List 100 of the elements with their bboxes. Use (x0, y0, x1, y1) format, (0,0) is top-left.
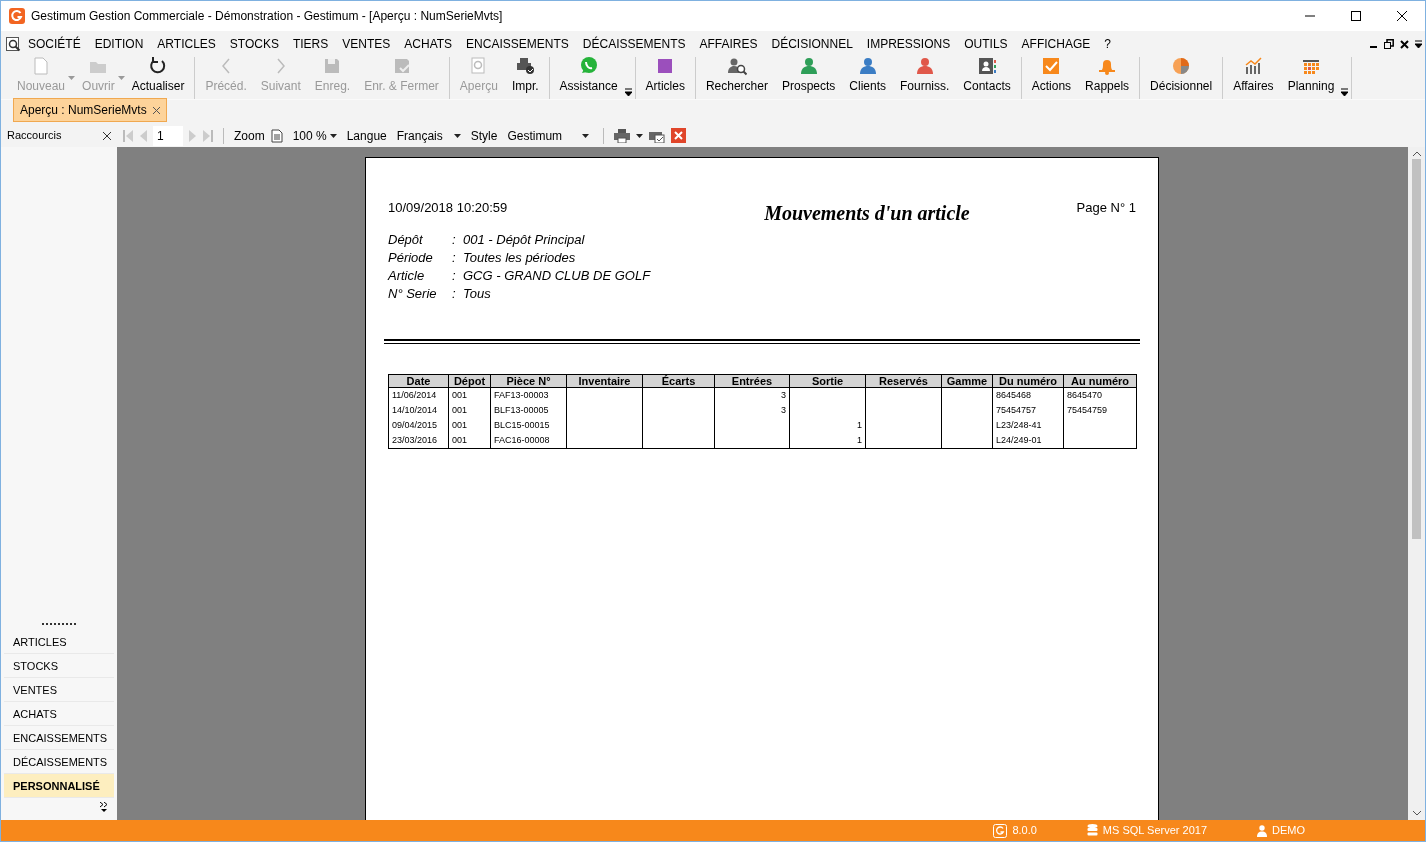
menu-item[interactable]: ? (1097, 33, 1118, 55)
column-header: Inventaire (566, 374, 643, 388)
table-cell: 3 (781, 405, 786, 415)
toolbar-button[interactable]: Rappels (1078, 57, 1137, 99)
param-value: Tous (463, 285, 491, 303)
version-text: 8.0.0 (1012, 823, 1037, 839)
toolbar-button[interactable]: Planning (1280, 57, 1342, 99)
menu-item[interactable]: TIERS (285, 33, 336, 55)
param-value: Toutes les périodes (463, 249, 576, 267)
report-date: 10/09/2018 10:20:59 (388, 199, 508, 217)
column-header: Date (388, 374, 449, 388)
printer-icon[interactable] (614, 128, 631, 143)
toolbar-button[interactable]: Fourniss. (893, 57, 957, 99)
style-dropdown[interactable]: Gestimum (503, 125, 594, 146)
language-dropdown[interactable]: Français (392, 125, 465, 146)
sidebar-item[interactable]: VENTES (4, 678, 114, 702)
menu-item[interactable]: DÉCAISSEMENTS (575, 33, 693, 55)
table-cell: FAF13-00003 (494, 390, 549, 400)
param-value: 001 - Dépôt Principal (463, 231, 585, 249)
overflow-icon[interactable] (1341, 88, 1349, 96)
param-label: Article (388, 267, 426, 285)
param-label: Dépôt (388, 231, 424, 249)
menu-item[interactable]: AFFICHAGE (1014, 33, 1098, 55)
drag-handle-icon[interactable] (42, 623, 76, 626)
table-cell: L23/248-41 (996, 420, 1042, 430)
pie-chart-icon (1171, 56, 1192, 76)
caret-icon (453, 133, 461, 138)
sidebar-item[interactable]: ACHATS (4, 702, 114, 726)
menu-item[interactable]: ACHATS (397, 33, 460, 55)
scrollbar[interactable] (1408, 147, 1425, 820)
caret-icon[interactable] (636, 133, 644, 138)
bar-chart-icon (1243, 56, 1264, 76)
overflow-icon[interactable] (624, 88, 632, 96)
toolbar-button[interactable]: Impr. (504, 57, 546, 99)
sidebar-item[interactable]: ENCAISSEMENTS (4, 726, 114, 750)
table-cell: 001 (452, 390, 468, 400)
table-cell: 001 (452, 420, 468, 430)
document-tab[interactable]: Aperçu : NumSerieMvts (13, 98, 167, 122)
param-label: Période (388, 249, 434, 267)
database-icon (1086, 824, 1098, 837)
person-icon (857, 56, 878, 76)
param-separator: : (452, 267, 457, 285)
menu-item[interactable]: SOCIÉTÉ (21, 33, 88, 55)
table-cell: 75454759 (1067, 405, 1108, 415)
table-cell: 09/04/2015 (392, 420, 438, 430)
param-separator: : (452, 249, 457, 267)
overflow-icon[interactable] (1415, 40, 1422, 48)
table-cell: L24/249-01 (996, 435, 1042, 445)
close-icon[interactable] (1396, 10, 1408, 22)
menu-item[interactable]: ARTICLES (150, 33, 223, 55)
window-title: Gestimum Gestion Commerciale - Démonstration - Gestimum - [Aperçu : NumSerieMvts] (31, 8, 504, 25)
restore-icon[interactable] (1384, 39, 1394, 49)
toolbar-button[interactable]: Contacts (956, 57, 1018, 99)
table-cell: 1 (857, 420, 862, 430)
person-icon (914, 56, 935, 76)
user-icon (1257, 824, 1267, 837)
toolbar-button[interactable]: Rechercher (698, 57, 775, 99)
menu-item[interactable]: OUTILS (957, 33, 1015, 55)
menu-item[interactable]: VENTES (335, 33, 398, 55)
toolbar-button[interactable]: Affaires (1226, 57, 1281, 99)
zoom-label: Zoom (234, 127, 265, 145)
column-header: Entrées (714, 374, 790, 388)
menu-item[interactable]: STOCKS (222, 33, 286, 55)
menu-item[interactable]: AFFAIRES (692, 33, 765, 55)
toolbar-button[interactable]: Décisionnel (1143, 57, 1220, 99)
param-value: GCG - GRAND CLUB DE GOLF (463, 267, 651, 285)
toolbar-button[interactable]: Actualiser (124, 57, 192, 99)
report-title: Mouvements d'un article (764, 201, 970, 226)
page-icon (270, 128, 283, 143)
toolbar-button[interactable]: Clients (842, 57, 893, 99)
scroll-up-icon[interactable] (1412, 151, 1421, 156)
column-header: Du numéro (992, 374, 1064, 388)
table-cell: 11/06/2014 (392, 390, 437, 400)
table-cell: 23/03/2016 (392, 435, 438, 445)
menu-item[interactable]: EDITION (87, 33, 151, 55)
toolbar-button[interactable]: Assistance (552, 57, 625, 99)
close-icon[interactable] (103, 131, 111, 140)
sidebar-item[interactable]: ARTICLES (4, 630, 114, 654)
toolbar-button[interactable]: Prospects (774, 57, 843, 99)
expand-icon[interactable] (100, 802, 108, 812)
user-text: DEMO (1272, 823, 1305, 839)
logo-icon (993, 823, 1008, 838)
maximize-icon[interactable] (1350, 10, 1362, 22)
toolbar-button[interactable]: Articles (638, 57, 692, 99)
style-label: Style (470, 127, 498, 145)
column-header: Gamme (941, 374, 993, 388)
database-text: MS SQL Server 2017 (1102, 823, 1207, 839)
table-cell: 8645470 (1067, 390, 1103, 400)
menu-item[interactable]: DÉCISIONNEL (764, 33, 860, 55)
menu-item[interactable]: ENCAISSEMENTS (459, 33, 576, 55)
toolbar-button[interactable]: Actions (1024, 57, 1079, 99)
sidebar-item[interactable]: PERSONNALISÉ (4, 774, 114, 798)
menu-item[interactable]: IMPRESSIONS (859, 33, 958, 55)
sidebar-item[interactable]: STOCKS (4, 654, 114, 678)
scroll-down-icon[interactable] (1412, 811, 1421, 816)
page-number-field[interactable]: 1 (153, 125, 183, 146)
param-separator: : (452, 285, 457, 303)
table-cell: 001 (452, 405, 468, 415)
zoom-dropdown[interactable]: 100 % (288, 125, 341, 146)
close-icon[interactable] (1400, 39, 1409, 49)
